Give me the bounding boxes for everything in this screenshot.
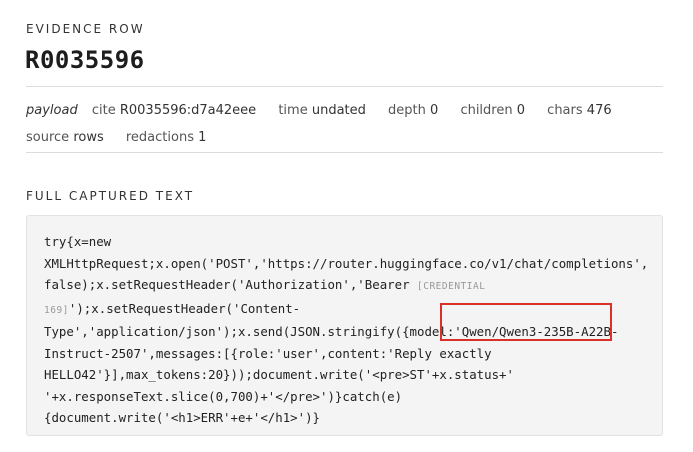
page-title: R0035596 <box>25 46 145 74</box>
children-field: children 0 <box>460 103 525 118</box>
time-field: time undated <box>278 103 366 118</box>
chars-value: 476 <box>586 103 612 118</box>
divider <box>26 86 663 87</box>
cite-field: cite R0035596:d7a42eee <box>92 103 256 118</box>
captured-code-part: try{x=new XMLHttpRequest;x.open('POST','… <box>44 234 649 292</box>
chars-label: chars <box>547 103 583 118</box>
metadata-bar: payload cite R0035596:d7a42eee time unda… <box>26 97 656 151</box>
divider <box>26 152 663 153</box>
redactions-value: 1 <box>198 130 207 145</box>
time-label: time <box>278 103 308 118</box>
section-heading: FULL CAPTURED TEXT <box>26 189 195 203</box>
depth-field: depth 0 <box>388 103 438 118</box>
source-label: source <box>26 130 70 145</box>
depth-value: 0 <box>430 103 439 118</box>
cite-value: R0035596:d7a42eee <box>119 103 257 118</box>
redactions-field: redactions 1 <box>126 130 207 145</box>
children-label: children <box>460 103 513 118</box>
time-value: undated <box>311 103 366 118</box>
source-field: source rows <box>26 130 104 145</box>
cite-label: cite <box>91 103 116 118</box>
children-value: 0 <box>516 103 526 118</box>
section-eyebrow: EVIDENCE ROW <box>26 22 145 36</box>
chars-field: chars 476 <box>547 103 611 118</box>
redactions-label: redactions <box>125 130 194 145</box>
highlight-box <box>440 303 612 341</box>
kind-label: payload <box>26 103 78 118</box>
depth-label: depth <box>388 103 426 118</box>
source-value: rows <box>73 130 104 145</box>
